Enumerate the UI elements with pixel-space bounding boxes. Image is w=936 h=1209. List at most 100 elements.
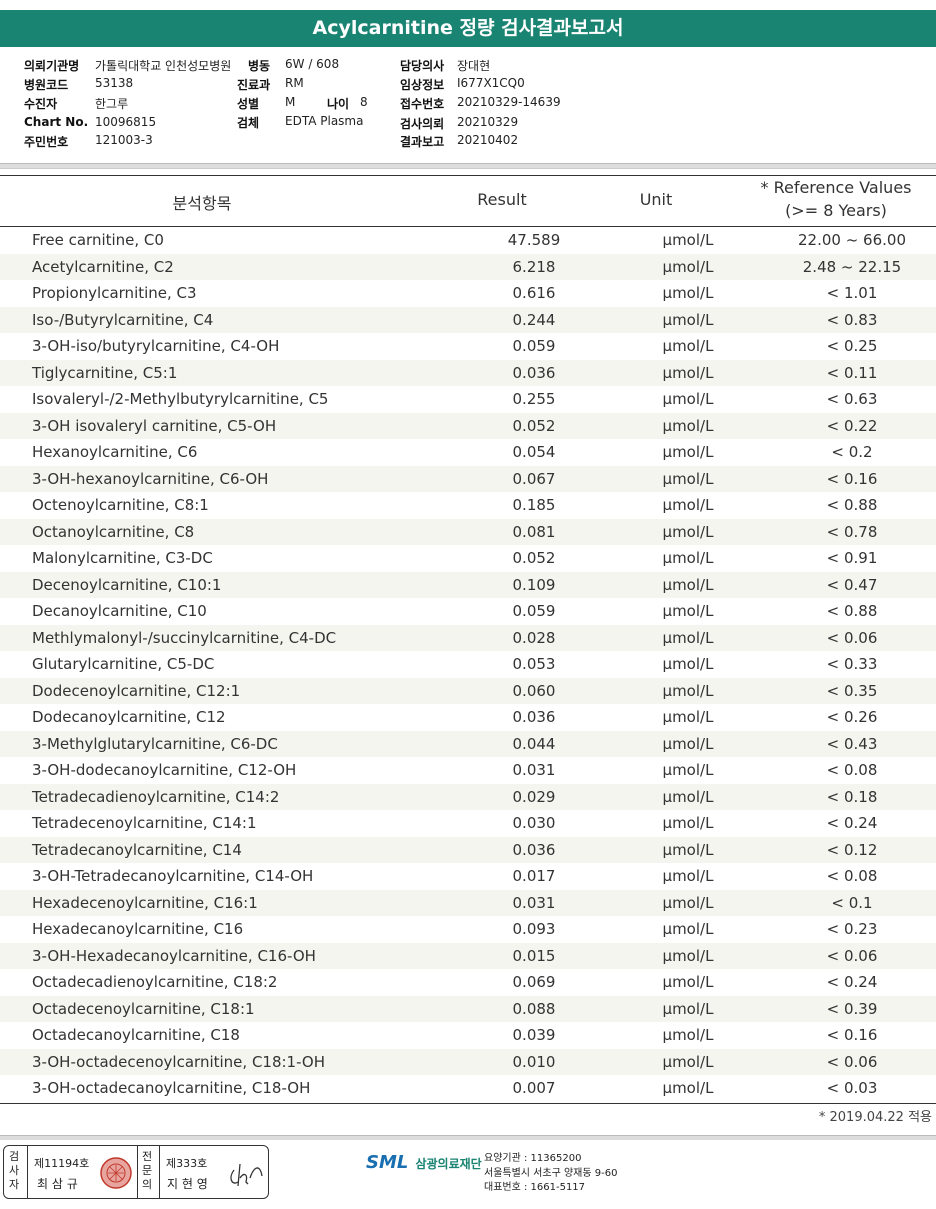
table-row: 3-OH-octadecenoylcarnitine, C18:1-OH 0.01…	[0, 1048, 936, 1075]
unit-value: μmol/L	[608, 730, 768, 757]
signature-box: 검사자 제11194호 최 삼 규 전문의 제333호 지 현 영	[3, 1145, 269, 1199]
requested-value: 20210329	[457, 115, 519, 129]
reference-value: < 0.06	[768, 1048, 936, 1075]
ward-label: 병동	[248, 59, 271, 73]
reference-value: < 0.08	[826, 867, 878, 885]
specimen-label: 검체	[237, 116, 260, 130]
reference-value: < 0.06	[768, 942, 936, 969]
analyte-name: Glutarylcarnitine, C5-DC	[32, 655, 215, 673]
sml-logo: SML 삼광의료재단	[366, 1152, 482, 1173]
result-value: 0.052	[460, 412, 608, 439]
reference-value: < 0.1	[768, 889, 936, 916]
table-row: Malonylcarnitine, C3-DC 0.052 μmol/L < 0.91	[0, 545, 936, 572]
result-value: 0.093	[512, 920, 556, 938]
unit-value: μmol/L	[662, 443, 714, 461]
reference-value: < 0.26	[826, 708, 878, 726]
requester-value: 가톨릭대학교 인천성모병원	[95, 59, 232, 73]
result-value: 0.029	[460, 783, 608, 810]
reference-value: < 0.16	[826, 1026, 878, 1044]
hospital-code-value: 53138	[95, 76, 134, 90]
address: 서울특별시 서초구 양재동 9-60	[484, 1167, 618, 1179]
table-row: 3-OH-hexanoylcarnitine, C6-OH 0.067 μmol/L…	[0, 465, 936, 492]
table-row: Tiglycarnitine, C5:1 0.036 μmol/L < 0.11	[0, 359, 936, 386]
ward-value: 6W / 608	[285, 57, 340, 71]
resident-label: 주민번호	[24, 135, 69, 149]
result-value: 0.036	[460, 359, 608, 386]
specialist-signature-icon	[230, 1163, 263, 1187]
unit-value: μmol/L	[662, 973, 714, 991]
table-row: 3-Methylglutarylcarnitine, C6-DC 0.044 μmo…	[0, 730, 936, 757]
table-row: Hexadecanoylcarnitine, C16 0.093 μmol/L < 0…	[0, 916, 936, 943]
reference-value: < 0.43	[768, 730, 936, 757]
clinical-label: 임상정보	[400, 78, 445, 92]
analyte-name: Iso-/Butyrylcarnitine, C4	[0, 306, 460, 333]
result-value: 0.255	[512, 390, 556, 408]
requester-label: 의뢰기관명	[24, 59, 80, 73]
result-value: 0.616	[512, 284, 556, 302]
analyte-name: Tetradecanoylcarnitine, C14	[0, 836, 460, 863]
analyte-name: Decenoylcarnitine, C10:1	[0, 571, 460, 598]
unit-value: μmol/L	[662, 814, 714, 832]
specimen-value: EDTA Plasma	[285, 114, 364, 128]
result-value: 0.015	[460, 942, 608, 969]
doctor-label: 담당의사	[400, 59, 445, 73]
specialist-name: 지 현 영	[167, 1177, 208, 1191]
unit-value: μmol/L	[662, 602, 714, 620]
table-row: Octadecanoylcarnitine, C18 0.039 μmol/L < 0…	[0, 1022, 936, 1049]
chart-label: Chart No.	[24, 115, 89, 129]
age-label: 나이	[327, 97, 350, 111]
table-row: Hexadecenoylcarnitine, C16:1 0.031 μmol/L <…	[0, 889, 936, 916]
result-value: 0.017	[512, 867, 556, 885]
analyte-name: Tiglycarnitine, C5:1	[0, 359, 460, 386]
table-row: Hexanoylcarnitine, C6 0.054 μmol/L < 0.2	[0, 439, 936, 466]
result-value: 0.036	[512, 708, 556, 726]
table-row: Octadecenoylcarnitine, C18:1 0.088 μmol/L <…	[0, 995, 936, 1022]
unit-value: μmol/L	[662, 708, 714, 726]
unit-value: μmol/L	[608, 1048, 768, 1075]
result-value: 0.030	[512, 814, 556, 832]
analyte-name: Malonylcarnitine, C3-DC	[32, 549, 213, 567]
reference-value: 22.00 ~ 66.00	[798, 231, 906, 249]
patient-info-block: 의뢰기관명 가톨릭대학교 인천성모병원 병동 6W / 608 담당의사 장대현…	[0, 47, 936, 159]
table-row: Dodecenoylcarnitine, C12:1 0.060 μmol/L < 0…	[0, 677, 936, 704]
phone: 대표번호 : 1661-5117	[484, 1182, 586, 1193]
specialist-label: 전문의	[141, 1150, 153, 1191]
clinical-value: I677X1CQ0	[457, 76, 525, 90]
table-row: Glutarylcarnitine, C5-DC 0.053 μmol/L < 0.3…	[0, 651, 936, 678]
unit-value: μmol/L	[608, 995, 768, 1022]
table-row: Tetradecenoylcarnitine, C14:1 0.030 μmol/L…	[0, 810, 936, 837]
analyte-name: Propionylcarnitine, C3	[32, 284, 197, 302]
result-value: 0.031	[512, 761, 556, 779]
result-value: 0.059	[512, 602, 556, 620]
table-row: Methlymalonyl-/succinylcarnitine, C4-DC 0…	[0, 624, 936, 651]
header-unit: Unit	[639, 190, 673, 209]
result-value: 0.044	[460, 730, 608, 757]
table-row: 3-OH-Hexadecanoylcarnitine, C16-OH 0.015 μ…	[0, 942, 936, 969]
result-value: 0.069	[512, 973, 556, 991]
examiner-seal-icon	[100, 1157, 132, 1189]
analyte-name: Octadecadienoylcarnitine, C18:2	[32, 973, 278, 991]
unit-value: μmol/L	[662, 231, 714, 249]
reported-label: 결과보고	[400, 135, 445, 149]
table-row: Acetylcarnitine, C2 6.218 μmol/L 2.48 ~ 22.…	[0, 253, 936, 280]
reference-value: < 0.08	[826, 761, 878, 779]
care-code: 요양기관 : 11365200	[484, 1153, 582, 1164]
analyte-name: 3-OH-Tetradecanoylcarnitine, C14-OH	[32, 867, 314, 885]
reference-value: < 0.11	[768, 359, 936, 386]
unit-value: μmol/L	[608, 359, 768, 386]
table-row: 3-OH isovaleryl carnitine, C5-OH 0.052 μmo…	[0, 412, 936, 439]
reference-value: < 0.16	[768, 465, 936, 492]
reference-value: < 0.47	[768, 571, 936, 598]
resident-value: 121003-3	[95, 133, 153, 147]
specialist-license: 제333호	[166, 1157, 208, 1170]
result-value: 0.031	[460, 889, 608, 916]
table-row: 3-OH-octadecanoylcarnitine, C18-OH 0.007 μ…	[0, 1075, 936, 1102]
result-value: 0.067	[460, 465, 608, 492]
analyte-name: Octadecenoylcarnitine, C18:1	[0, 995, 460, 1022]
examiner-label: 검사자	[8, 1150, 20, 1191]
unit-value: μmol/L	[608, 253, 768, 280]
reference-value: < 0.88	[826, 496, 878, 514]
signature-divider	[27, 1146, 28, 1198]
result-value: 0.059	[512, 337, 556, 355]
sex-value: M	[285, 95, 296, 109]
